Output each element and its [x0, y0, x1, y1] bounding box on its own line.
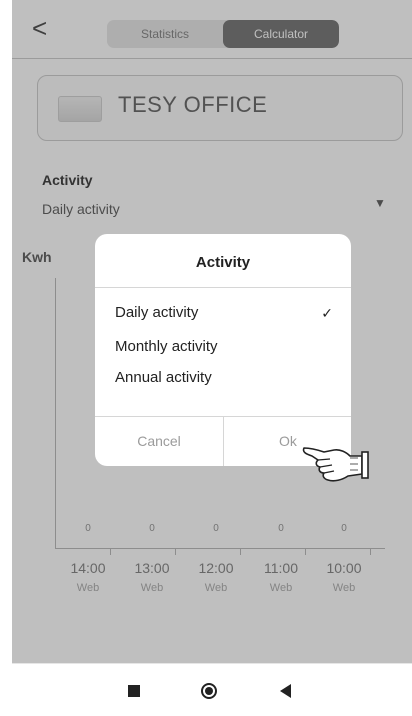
dialog-divider	[95, 287, 351, 288]
pointing-hand-icon	[300, 440, 372, 491]
system-nav-bar	[12, 663, 412, 716]
option-monthly-activity[interactable]: Monthly activity	[115, 334, 335, 360]
circle-icon[interactable]	[201, 683, 217, 699]
square-icon[interactable]	[128, 685, 140, 697]
checkmark-icon: ✓	[321, 305, 333, 321]
cancel-button[interactable]: Cancel	[95, 417, 223, 466]
option-label: Monthly activity	[115, 338, 218, 355]
option-daily-activity[interactable]: Daily activity ✓	[115, 300, 335, 326]
option-annual-activity[interactable]: Annual activity	[115, 365, 335, 391]
triangle-back-icon[interactable]	[280, 684, 291, 698]
option-label: Daily activity	[115, 304, 199, 321]
dialog-title: Activity	[195, 254, 251, 271]
option-label: Annual activity	[115, 369, 212, 386]
app-screen: < Statistics Calculator TESY OFFICE Acti…	[12, 0, 412, 663]
activity-dialog: Activity Daily activity ✓ Monthly activi…	[95, 234, 351, 466]
